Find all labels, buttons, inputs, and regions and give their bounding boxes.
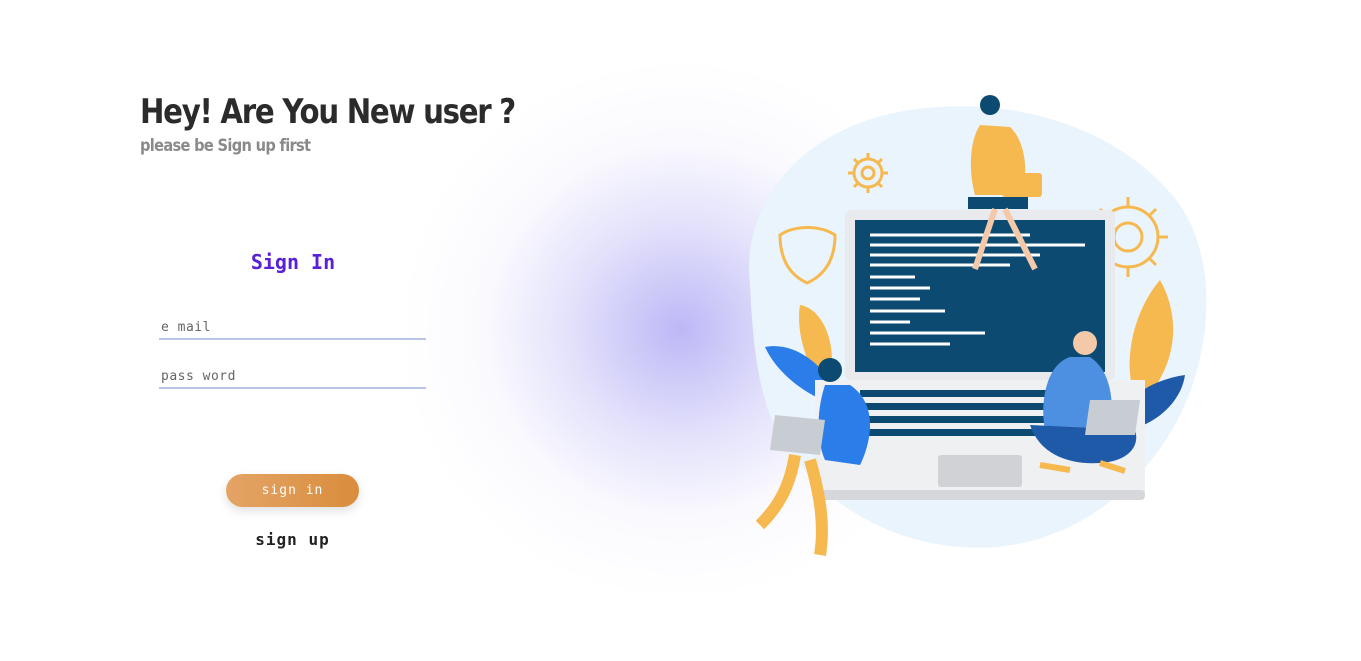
- page-title: Hey! Are You New user ?: [140, 92, 516, 132]
- laptop-screen: [855, 220, 1105, 372]
- laptop-touchpad: [938, 455, 1022, 487]
- email-field[interactable]: [159, 316, 426, 340]
- hero-header: Hey! Are You New user ? please be Sign u…: [140, 88, 576, 156]
- team-laptop-illustration: [749, 95, 1207, 556]
- sign-up-link[interactable]: sign up: [226, 530, 359, 549]
- password-field[interactable]: [159, 365, 426, 389]
- sign-in-button[interactable]: sign in: [226, 474, 359, 507]
- signin-form-title: Sign In: [250, 250, 336, 274]
- page-subtitle: please be Sign up first: [140, 136, 311, 156]
